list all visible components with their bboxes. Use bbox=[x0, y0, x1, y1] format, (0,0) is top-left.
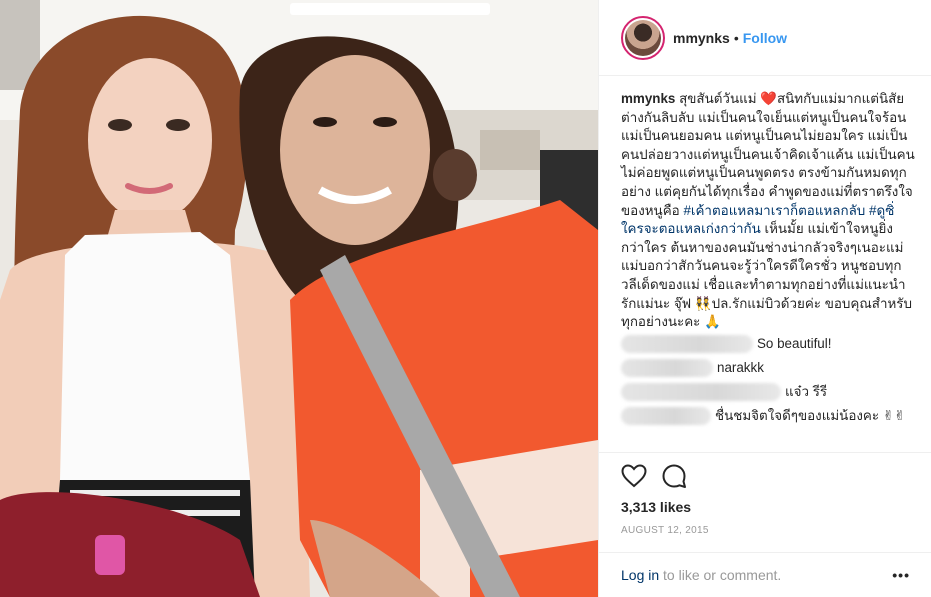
comment-item: ชื่นชมจิตใจดีๆของแม่น้องคะ ✌✌ bbox=[621, 405, 915, 428]
caption-text-1: สุขสันต์วันแม่ bbox=[679, 91, 757, 106]
post-header: mmynks • Follow bbox=[599, 0, 931, 76]
blurred-username bbox=[621, 383, 781, 402]
post-date[interactable]: AUGUST 12, 2015 bbox=[621, 525, 931, 536]
heart-icon[interactable] bbox=[621, 463, 647, 493]
caption-username[interactable]: mmynks bbox=[621, 91, 675, 106]
post-caption: mmynks สุขสันต์วันแม่ ❤️สนิทกับแม่มากแต่… bbox=[621, 90, 915, 332]
comment-text: narakkk bbox=[717, 359, 764, 375]
avatar[interactable] bbox=[621, 15, 665, 60]
post-actions: 3,313 likes AUGUST 12, 2015 bbox=[599, 452, 931, 536]
comment-item: แจ๋ว รีรี bbox=[621, 381, 915, 404]
username-link[interactable]: mmynks bbox=[673, 30, 730, 46]
praying-hands-emoji: 🙏 bbox=[704, 314, 721, 330]
photo-illustration bbox=[0, 0, 598, 597]
blurred-username bbox=[621, 335, 753, 354]
comment-text: So beautiful! bbox=[757, 335, 832, 351]
post-photo[interactable] bbox=[0, 0, 598, 597]
blurred-username bbox=[621, 359, 713, 378]
comments-section: mmynks สุขสันต์วันแม่ ❤️สนิทกับแม่มากแต่… bbox=[621, 90, 915, 428]
hashtag-link-1[interactable]: #เค้าตอแหลมาเราก็ตอแหลกลับ bbox=[683, 203, 865, 218]
login-suffix: to like or comment. bbox=[659, 567, 782, 583]
blurred-username bbox=[621, 407, 711, 426]
red-heart-emoji: ❤️ bbox=[760, 91, 777, 106]
separator-dot: • bbox=[733, 29, 739, 46]
dancing-girls-emoji: 👯 bbox=[694, 295, 712, 311]
likes-count[interactable]: 3,313 likes bbox=[621, 499, 931, 515]
post-sidebar: mmynks • Follow mmynks สุขสันต์วันแม่ ❤️… bbox=[598, 0, 931, 597]
comment-text: แจ๋ว รีรี bbox=[785, 383, 828, 399]
login-footer: Log in to like or comment. ••• bbox=[599, 552, 931, 597]
login-link[interactable]: Log in bbox=[621, 567, 659, 583]
comment-icon[interactable] bbox=[661, 463, 687, 494]
comment-text: ชื่นชมจิตใจดีๆของแม่น้องคะ ✌✌ bbox=[715, 407, 906, 423]
action-icons bbox=[621, 463, 931, 494]
avatar-image bbox=[625, 19, 661, 56]
comment-item: So beautiful! bbox=[621, 333, 915, 356]
comment-item: narakkk bbox=[621, 357, 915, 380]
more-options-icon[interactable]: ••• bbox=[892, 567, 910, 583]
follow-button[interactable]: Follow bbox=[743, 30, 787, 46]
caption-text-2: สนิทกับแม่มากแต่นิสัยต่างกันลิบลับ แม่เป… bbox=[621, 91, 915, 218]
